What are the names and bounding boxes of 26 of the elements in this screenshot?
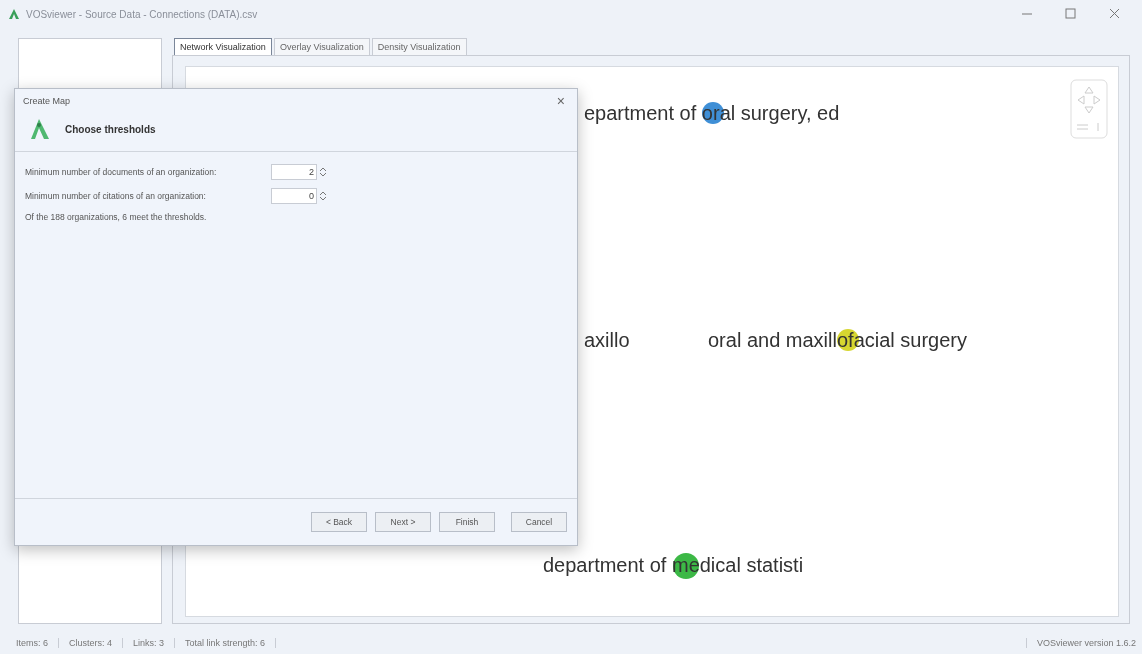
dialog-title: Create Map (23, 96, 72, 106)
status-item: Clusters: 4 (59, 638, 124, 648)
field-label: Minimum number of citations of an organization: (25, 191, 207, 201)
summary-text: Of the 188 organizations, 6 meet the thresholds. (25, 212, 208, 222)
dialog-button[interactable]: Finish (439, 512, 495, 532)
tab[interactable]: Network Visualization (174, 38, 272, 55)
status-item: Items: 6 (6, 638, 59, 648)
status-item: Links: 3 (123, 638, 176, 648)
dialog-button[interactable]: < Back (311, 512, 367, 532)
dialog-heading: Choose thresholds (65, 123, 156, 135)
field-label: Minimum number of documents of an organization: (25, 167, 218, 177)
dialog-button[interactable]: Next > (375, 512, 431, 532)
app-logo-icon (8, 8, 20, 20)
status-item: Total link strength: 6 (175, 638, 277, 648)
number-field[interactable]: 2 (271, 164, 317, 180)
dialog-button[interactable]: Cancel (511, 512, 567, 532)
spinner-arrows-icon[interactable] (319, 166, 327, 178)
close-button[interactable]: × (552, 93, 569, 109)
node-label: axillo (584, 328, 630, 353)
window-title: VOSviewer - Source Data - Connections (DATA).csv (26, 8, 259, 20)
number-field[interactable]: 0 (271, 188, 317, 204)
version-label: VOSviewer version 1.6.2 (1025, 638, 1136, 648)
app-logo-icon (29, 117, 51, 141)
tab[interactable]: Density Visualization (371, 38, 467, 55)
tab[interactable]: Overlay Visualization (273, 38, 370, 55)
spinner-arrows-icon[interactable] (319, 190, 327, 202)
